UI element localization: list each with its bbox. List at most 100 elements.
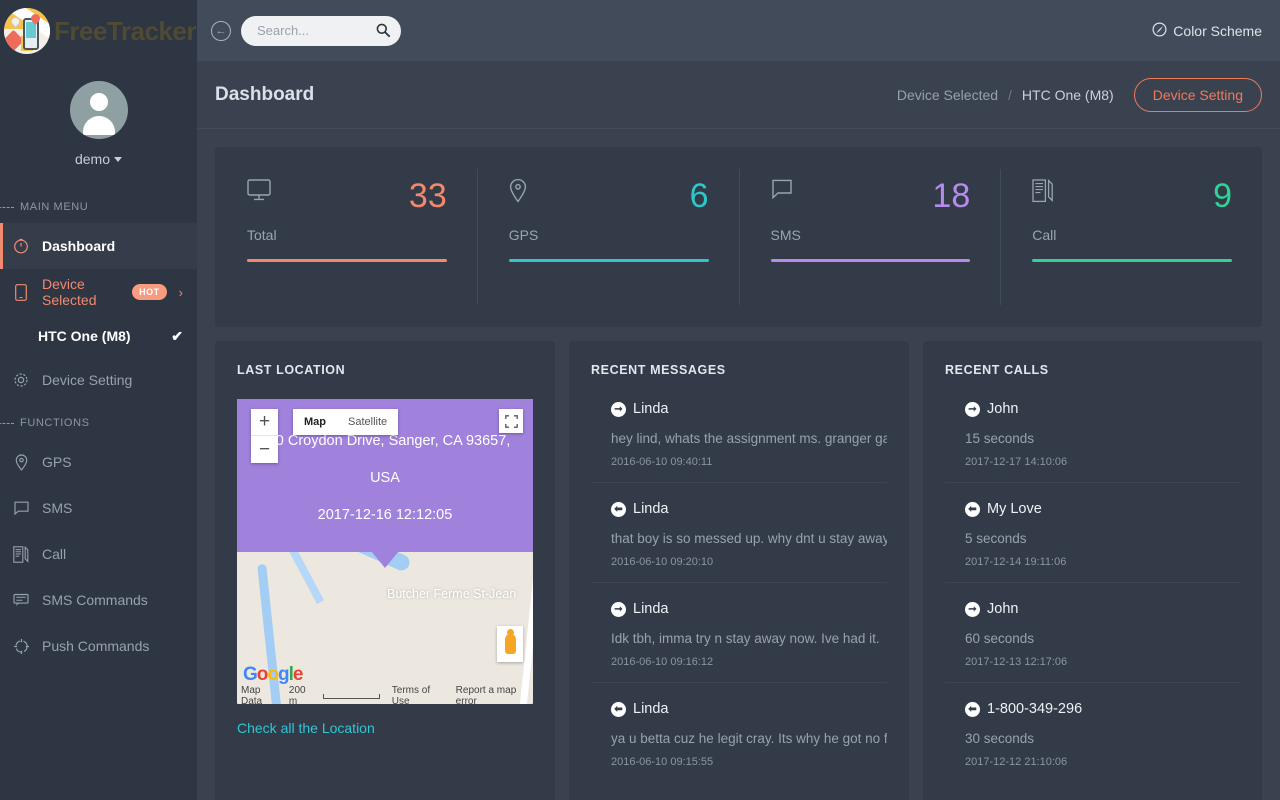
back-arrow-circle-icon[interactable]: ← [211,21,231,41]
map-address-line2: USA [255,460,515,497]
dashboard-clock-icon [12,237,30,255]
call-item[interactable]: ⬅My Love 5 seconds 2017-12-14 19:11:06 [945,499,1240,583]
gear-icon [12,371,30,389]
message-item[interactable]: ⬅Linda that boy is so messed up. why dnt… [591,499,887,583]
message-time: 2016-06-10 09:40:11 [591,456,887,468]
sidebar-item-device-setting[interactable]: Device Setting [0,357,197,403]
map-type-switcher: Map Satellite [293,409,398,435]
push-command-icon [12,637,30,655]
check-all-location-link[interactable]: Check all the Location [237,720,533,736]
speech-bubble-icon [12,499,30,517]
message-text: hey lind, whats the assignment ms. grang… [591,431,887,446]
color-scheme-button[interactable]: Color Scheme [1152,22,1262,40]
call-item[interactable]: ➞John 15 seconds 2017-12-17 14:10:06 [945,399,1240,483]
stat-bar [771,259,971,262]
message-item[interactable]: ➞Linda Idk tbh, imma try n stay away now… [591,599,887,683]
stat-label: Call [1032,227,1232,243]
sidebar-item-push-commands[interactable]: Push Commands [0,623,197,669]
stat-value: 33 [409,179,447,213]
call-time: 2017-12-13 12:17:06 [945,656,1240,668]
device-setting-button[interactable]: Device Setting [1134,78,1262,112]
call-contact: My Love [987,501,1042,517]
stat-bar [509,259,709,262]
sidebar-item-device-selected[interactable]: Device Selected HOT › [0,269,197,315]
direction-incoming-icon: ⬅ [965,702,980,717]
profile-name: demo [75,151,110,167]
stat-value: 9 [1213,179,1232,213]
page-header: Dashboard Device Selected / HTC One (M8)… [197,61,1280,129]
message-item[interactable]: ⬅Linda ya u betta cuz he legit cray. Its… [591,699,887,782]
map-data-label: Map Data [241,685,281,704]
message-item[interactable]: ➞Linda hey lind, whats the assignment ms… [591,399,887,483]
direction-outgoing-icon: ➞ [965,602,980,617]
color-scheme-icon [1152,22,1167,40]
sidebar-item-gps[interactable]: GPS [0,439,197,485]
call-duration: 15 seconds [945,431,1240,446]
fullscreen-icon[interactable] [499,409,523,433]
message-time: 2016-06-10 09:16:12 [591,656,887,668]
terms-of-use-link[interactable]: Terms of Use [392,685,446,704]
sidebar-item-label: SMS [42,500,72,516]
brand-name: FreeTracker [54,18,196,44]
brand[interactable]: FreeTracker [0,0,197,61]
map-scale-bar [323,694,380,699]
sidebar-item-call[interactable]: Call [0,531,197,577]
sidebar-item-dashboard[interactable]: Dashboard [0,223,197,269]
message-time: 2016-06-10 09:15:55 [591,756,887,768]
sidebar-subitem-label: HTC One (M8) [38,328,131,344]
call-duration: 60 seconds [945,631,1240,646]
zoom-out-button[interactable]: − [251,436,278,463]
breadcrumb-current: HTC One (M8) [1022,87,1114,103]
message-contact: Linda [633,401,668,417]
street-view-pegman-icon[interactable] [497,626,523,662]
sms-command-icon [12,591,30,609]
stat-label: SMS [771,227,971,243]
zoom-in-button[interactable]: + [251,409,278,436]
check-icon: ✔ [171,328,183,345]
map-widget[interactable]: Butcher Ferme St-Jean 630 Croydon Drive,… [237,399,533,704]
call-time: 2017-12-12 21:10:06 [945,756,1240,768]
breadcrumb-parent[interactable]: Device Selected [897,87,998,103]
sidebar-item-sms[interactable]: SMS [0,485,197,531]
map-type-satellite-button[interactable]: Satellite [337,409,398,435]
sidebar-item-htc-one-m8[interactable]: HTC One (M8) ✔ [0,315,197,357]
search-icon[interactable] [376,23,390,40]
sidebar-item-label: Dashboard [42,238,115,254]
call-duration: 5 seconds [945,531,1240,546]
app-root: FreeTracker demo MAIN MENU Dashboard Dev… [0,0,1280,800]
sidebar-item-label: Device Selected [42,276,120,308]
call-log-icon [1032,179,1054,208]
mobile-device-icon [12,283,30,301]
breadcrumb: Device Selected / HTC One (M8) Device Se… [897,78,1262,112]
map-type-map-button[interactable]: Map [293,409,337,435]
avatar[interactable] [70,81,128,139]
speech-bubble-icon [771,179,795,206]
direction-incoming-icon: ⬅ [611,702,626,717]
stat-call: 9 Call [1000,147,1262,327]
call-item[interactable]: ⬅1-800-349-296 30 seconds 2017-12-12 21:… [945,699,1240,782]
google-logo: Google [243,665,302,684]
panels-row: LAST LOCATION Butcher Ferme St-Jean 630 … [215,341,1262,800]
stat-label: GPS [509,227,709,243]
panel-title: RECENT MESSAGES [591,363,887,377]
call-time: 2017-12-17 14:10:06 [945,456,1240,468]
message-text: Idk tbh, imma try n stay away now. Ive h… [591,631,887,646]
call-time: 2017-12-14 19:11:06 [945,556,1240,568]
sidebar-item-sms-commands[interactable]: SMS Commands [0,577,197,623]
map-pin-icon [509,179,527,208]
direction-incoming-icon: ⬅ [611,502,626,517]
call-contact: 1-800-349-296 [987,701,1082,717]
page-title: Dashboard [215,84,314,106]
report-map-error-link[interactable]: Report a map error [456,685,533,704]
section-main-menu: MAIN MENU [0,187,197,223]
message-text: that boy is so messed up. why dnt u stay… [591,531,887,546]
direction-outgoing-icon: ➞ [965,402,980,417]
message-contact: Linda [633,601,668,617]
profile-menu[interactable]: demo [0,151,197,169]
message-time: 2016-06-10 09:20:10 [591,556,887,568]
map-pin-icon [12,453,30,471]
stat-sms: 18 SMS [739,147,1001,327]
stat-total: 33 Total [215,147,477,327]
profile-block: demo [0,61,197,187]
call-item[interactable]: ➞John 60 seconds 2017-12-13 12:17:06 [945,599,1240,683]
